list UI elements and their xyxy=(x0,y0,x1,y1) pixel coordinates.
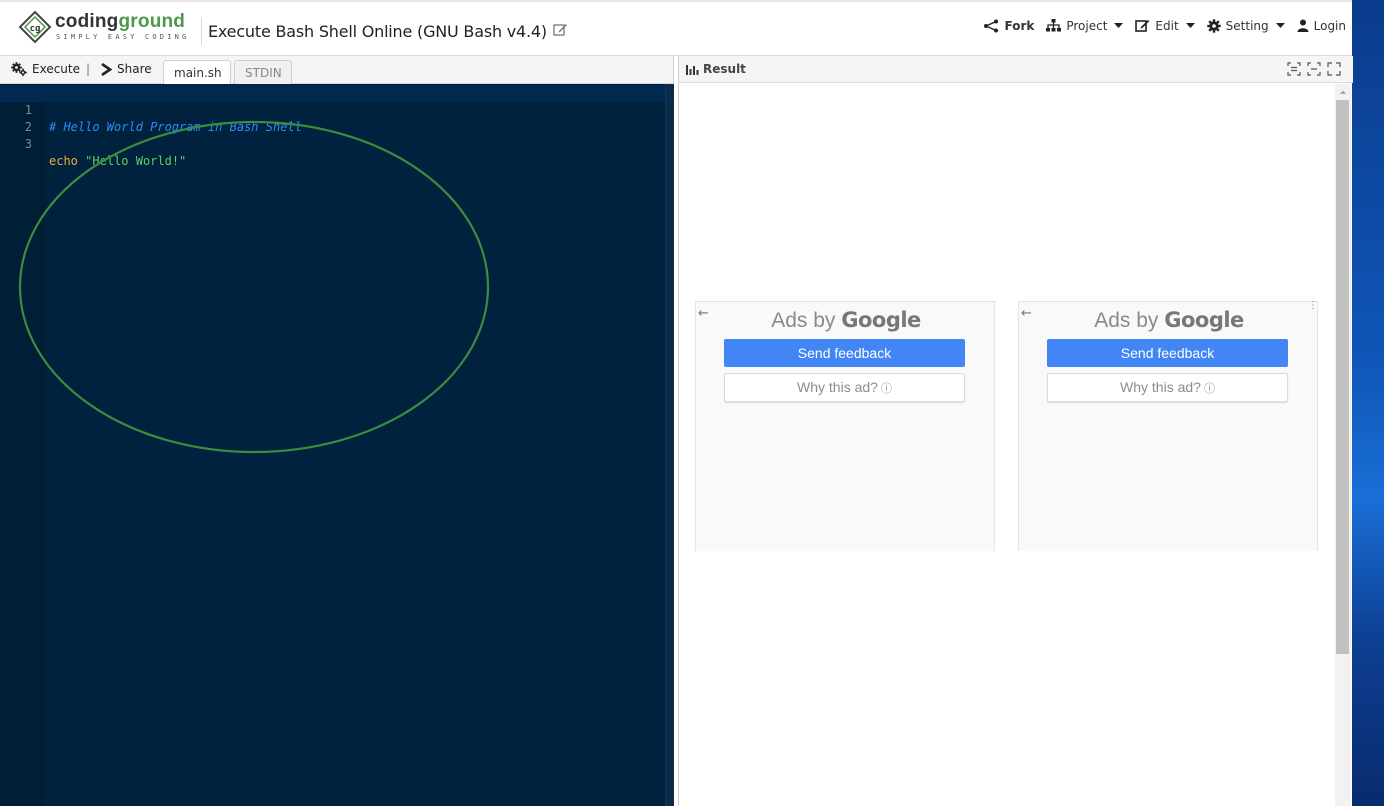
result-window-controls xyxy=(1281,62,1341,76)
user-icon xyxy=(1297,19,1309,32)
edit-title-icon[interactable] xyxy=(553,22,568,37)
line-gutter xyxy=(0,84,45,806)
caret-down-icon xyxy=(1114,22,1124,28)
tab-main-sh-label: main.sh xyxy=(174,66,222,80)
collapse-icon[interactable] xyxy=(1287,62,1301,76)
edit-label: Edit xyxy=(1155,18,1179,33)
send-feedback-button[interactable]: Send feedback xyxy=(724,339,965,367)
fork-label: Fork xyxy=(1004,18,1035,33)
scrollbar-thumb[interactable] xyxy=(1336,100,1349,654)
execute-button[interactable]: Execute xyxy=(11,62,80,76)
toolbar-separator: | xyxy=(86,62,91,76)
edit-icon xyxy=(1135,20,1150,32)
setting-menu[interactable]: Setting xyxy=(1206,18,1285,33)
code-line[interactable]: 3 echo "Hello World!" xyxy=(0,119,668,168)
project-menu[interactable]: Project xyxy=(1046,18,1124,33)
result-header: Result xyxy=(679,56,1353,83)
gear-icon xyxy=(1206,18,1221,33)
page-title-area: Execute Bash Shell Online (GNU Bash v4.4… xyxy=(201,17,568,45)
gears-icon xyxy=(11,62,27,76)
bar-chart-icon xyxy=(686,64,699,75)
code-string: "Hello World!" xyxy=(85,154,187,168)
ads-by-google: Ads by Google xyxy=(696,308,996,333)
code-line[interactable]: 2 xyxy=(0,102,668,134)
login-link[interactable]: Login xyxy=(1297,19,1346,33)
line-number: 3 xyxy=(24,137,32,151)
ads-by-label: Ads by xyxy=(771,309,842,332)
result-scrollbar[interactable] xyxy=(1335,84,1351,806)
editor-pane: Execute | Share main.sh STDIN 1 # Hello … xyxy=(0,56,674,806)
codingground-logo[interactable]: cg codingground SIMPLY EASY CODING xyxy=(18,10,188,48)
info-icon: ⓘ xyxy=(880,383,892,395)
top-header: cg codingground SIMPLY EASY CODING Execu… xyxy=(0,0,1352,56)
logo-diamond-icon: cg xyxy=(18,10,52,44)
brand-name: codingground xyxy=(55,11,186,32)
result-title-label: Result xyxy=(703,62,746,76)
project-label: Project xyxy=(1066,18,1108,33)
caret-down-icon xyxy=(1185,22,1195,28)
tab-main-sh[interactable]: main.sh xyxy=(163,60,231,84)
edit-menu[interactable]: Edit xyxy=(1135,18,1195,33)
scroll-up-arrow-icon[interactable] xyxy=(1335,86,1351,98)
line-content: echo "Hello World!" xyxy=(49,153,186,170)
tab-stdin-label: STDIN xyxy=(245,66,282,80)
login-label: Login xyxy=(1313,18,1346,33)
share-nodes-icon xyxy=(984,19,999,32)
ads-by-label: Ads by xyxy=(1094,309,1165,332)
info-icon: ⓘ xyxy=(1203,383,1215,395)
page-title: Execute Bash Shell Online (GNU Bash v4.4… xyxy=(208,21,547,41)
editor-toolbar: Execute | Share main.sh STDIN xyxy=(0,56,674,84)
tab-stdin[interactable]: STDIN xyxy=(234,60,292,84)
sitemap-icon xyxy=(1046,19,1062,32)
why-this-ad-label: Why this ad? xyxy=(797,379,878,395)
caret-down-icon xyxy=(1275,22,1285,28)
brand-tagline: SIMPLY EASY CODING xyxy=(56,33,190,41)
why-this-ad-label: Why this ad? xyxy=(1120,379,1201,395)
why-this-ad-button[interactable]: Why this ad? ⓘ xyxy=(1047,373,1288,402)
result-pane: Result ← Ads by Google Send feedback Why… xyxy=(678,56,1353,806)
ads-by-google: Ads by Google xyxy=(1019,308,1319,333)
desktop-background xyxy=(1352,0,1384,806)
setting-label: Setting xyxy=(1225,18,1269,33)
share-label: Share xyxy=(117,62,152,76)
code-command: echo xyxy=(49,154,78,168)
execute-label: Execute xyxy=(32,62,80,76)
google-ad-panel: ← Ads by Google Send feedback Why this a… xyxy=(695,301,995,551)
chevron-right-icon xyxy=(101,62,112,76)
google-ad-panel: ← ⋮ Ads by Google Send feedback Why this… xyxy=(1018,301,1318,551)
code-line[interactable]: 1 # Hello World Program in Bash Shell xyxy=(0,85,668,134)
svg-text:cg: cg xyxy=(30,24,41,34)
why-this-ad-button[interactable]: Why this ad? ⓘ xyxy=(724,373,965,402)
fork-button[interactable]: Fork xyxy=(983,19,1034,33)
google-wordmark: Google xyxy=(841,308,921,332)
restore-icon[interactable] xyxy=(1307,62,1321,76)
google-wordmark: Google xyxy=(1164,308,1244,332)
code-editor[interactable]: 1 # Hello World Program in Bash Shell 2 … xyxy=(0,84,668,806)
share-button[interactable]: Share xyxy=(100,62,152,76)
pane-splitter[interactable] xyxy=(665,84,674,806)
send-feedback-button[interactable]: Send feedback xyxy=(1047,339,1288,367)
fullscreen-icon[interactable] xyxy=(1327,62,1341,76)
top-nav: Fork Project Edit Setting Login xyxy=(971,18,1346,33)
result-title: Result xyxy=(686,62,746,76)
